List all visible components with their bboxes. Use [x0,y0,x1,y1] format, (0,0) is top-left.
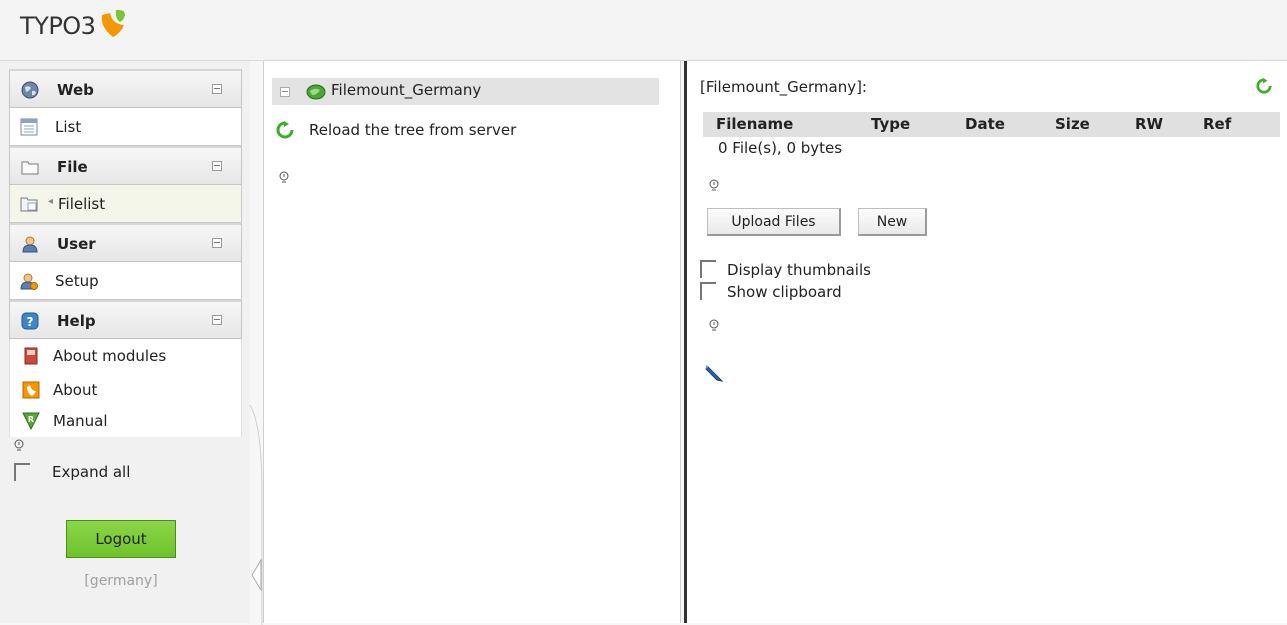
reload-tree-label[interactable]: Reload the tree from server [309,121,516,139]
show-clipboard-label: Show clipboard [727,283,842,301]
typo3-logo: TYPO3 [20,9,127,40]
folder-icon [21,161,39,175]
menu-item-label: About [53,381,98,399]
menu-item-filelist[interactable]: ◂ Filelist [9,185,242,223]
menu-group-label: User [57,235,96,253]
menu-group-label: File [57,158,88,176]
column-header-type[interactable]: Type [871,115,910,133]
typo3-about-icon [22,381,40,399]
username-label: [germany] [84,573,158,589]
menu-item-label: Filelist [58,195,106,213]
svg-text:?: ? [27,315,34,329]
current-path: [Filemount_Germany]: [700,78,867,96]
hint-bulb-icon [279,171,289,183]
top-header: TYPO3 [0,0,1287,61]
list-icon [20,118,38,136]
collapse-icon[interactable] [212,238,222,248]
hint-bulb-icon [709,179,719,191]
menu-group-label: Help [57,312,96,330]
reload-icon[interactable] [1256,78,1272,94]
filelist-icon [20,197,38,212]
menu-group-web[interactable]: Web [9,69,242,108]
menu-group-file[interactable]: File [9,146,242,185]
user-icon [22,236,38,253]
menu-item-label: Setup [55,272,99,290]
file-summary: 0 File(s), 0 bytes [718,139,843,157]
column-header-rw[interactable]: RW [1135,115,1163,133]
expand-all-checkbox[interactable] [14,463,30,481]
user-setup-icon [20,273,38,290]
menu-group-label: Web [57,81,94,99]
file-list-pane: [Filemount_Germany]: Filename Type Date … [684,61,1287,623]
book-icon [24,347,38,365]
typo3-logo-icon [102,9,126,37]
folder-tree-pane: Filemount_Germany Reload the tree from s… [263,61,681,623]
display-thumbnails-checkbox[interactable] [700,260,716,278]
pencil-edit-icon[interactable] [704,363,724,383]
help-icon: ? [21,312,39,330]
collapse-icon[interactable] [212,161,222,171]
tree-root-node[interactable]: Filemount_Germany [272,78,659,105]
svg-text:R: R [28,415,34,424]
column-header-size[interactable]: Size [1055,115,1090,133]
upload-files-button[interactable]: Upload Files [707,208,841,236]
menu-group-user[interactable]: User [9,223,242,262]
menu-item-manual[interactable]: R Manual [9,406,242,437]
menu-item-label: List [55,118,82,136]
menu-options: Expand all [9,437,242,485]
expand-all-label: Expand all [52,463,131,481]
module-menu: Web List File ◂ Filelist User Setup ? He… [0,61,250,623]
menu-item-label: About modules [53,347,167,365]
menu-item-about[interactable]: About [9,375,242,406]
column-header-filename[interactable]: Filename [716,115,793,133]
tree-reload[interactable]: Reload the tree from server [276,121,516,143]
logout-button[interactable]: Logout [66,520,176,558]
show-clipboard-checkbox[interactable] [700,282,716,300]
new-button[interactable]: New [858,208,927,236]
hint-bulb-icon [709,319,719,331]
tree-root-label[interactable]: Filemount_Germany [331,81,481,99]
collapse-icon[interactable] [212,84,222,94]
hint-bulb-icon [14,439,24,451]
collapse-menu-handle[interactable] [249,405,263,625]
display-thumbnails-label: Display thumbnails [727,261,871,279]
menu-item-label: Manual [53,412,108,430]
logo-text: TYPO3 [20,12,96,40]
menu-item-setup[interactable]: Setup [9,262,242,300]
filemount-icon [306,84,326,100]
menu-group-help[interactable]: ? Help [9,300,242,339]
tree-collapse-icon[interactable] [280,87,290,97]
column-header-ref[interactable]: Ref [1203,115,1231,133]
active-arrow-icon: ◂ [48,196,54,207]
collapse-icon[interactable] [212,315,222,325]
menu-item-list[interactable]: List [9,108,242,146]
globe-icon [21,81,39,99]
manual-icon: R [22,412,40,430]
reload-icon[interactable] [276,121,294,139]
file-table-header: Filename Type Date Size RW Ref [703,112,1280,137]
menu-item-about-modules[interactable]: About modules [9,339,242,375]
column-header-date[interactable]: Date [965,115,1005,133]
